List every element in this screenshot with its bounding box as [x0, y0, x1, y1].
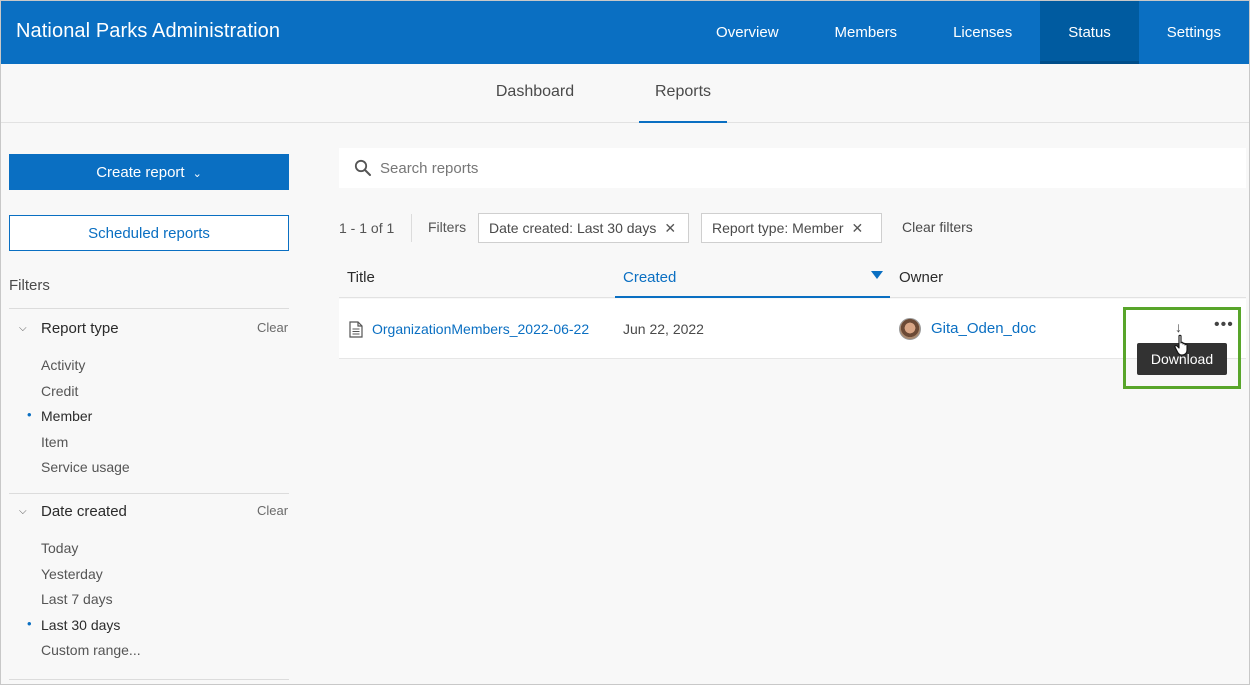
date-option-last-7-days[interactable]: Last 7 days: [41, 591, 113, 607]
clear-filters-button[interactable]: Clear filters: [902, 219, 973, 235]
date-option-yesterday[interactable]: Yesterday: [41, 566, 103, 582]
divider: [9, 679, 289, 680]
report-type-option-service-usage[interactable]: Service usage: [41, 459, 130, 475]
tab-reports[interactable]: Reports: [639, 64, 727, 123]
document-icon: [349, 321, 363, 338]
column-header-title[interactable]: Title: [347, 269, 375, 286]
divider: [9, 308, 289, 309]
column-header-created[interactable]: Created: [623, 269, 676, 286]
filters-label: Filters: [428, 219, 467, 235]
date-created-heading: Date created: [41, 503, 127, 520]
chevron-down-icon: ⌄: [192, 167, 202, 180]
filters-heading: Filters: [9, 277, 50, 294]
report-type-toggle[interactable]: ⌵ Report type: [19, 320, 119, 337]
scheduled-reports-button[interactable]: Scheduled reports: [9, 215, 289, 251]
table-header: Title Created Owner: [339, 258, 1246, 298]
nav-licenses[interactable]: Licenses: [925, 1, 1040, 64]
owner-link[interactable]: Gita_Oden_doc: [931, 320, 1036, 337]
column-header-owner[interactable]: Owner: [899, 269, 943, 286]
search-input[interactable]: [380, 159, 1200, 177]
report-type-clear[interactable]: Clear: [257, 320, 288, 335]
date-option-custom-range[interactable]: Custom range...: [41, 642, 141, 658]
report-type-option-item[interactable]: Item: [41, 434, 68, 450]
hand-cursor-icon: [1174, 334, 1188, 356]
date-option-today[interactable]: Today: [41, 540, 78, 556]
sort-indicator-underline: [615, 296, 890, 298]
download-icon[interactable]: ↓: [1175, 319, 1182, 335]
chevron-down-icon: ⌵: [19, 506, 27, 517]
top-header: National Parks Administration Overview M…: [1, 1, 1249, 64]
filter-chip-date-created[interactable]: Date created: Last 30 days ✕: [478, 213, 689, 243]
create-report-label: Create report: [96, 163, 185, 181]
nav-settings[interactable]: Settings: [1139, 1, 1249, 64]
close-icon[interactable]: ✕: [852, 220, 864, 237]
report-type-option-activity[interactable]: Activity: [41, 357, 85, 373]
chevron-down-icon: ⌵: [19, 323, 27, 334]
divider: [9, 493, 289, 494]
report-type-option-member[interactable]: Member: [27, 407, 92, 424]
sort-descending-icon[interactable]: [871, 271, 883, 279]
top-nav: Overview Members Licenses Status Setting…: [688, 1, 1249, 64]
filter-chip-report-type[interactable]: Report type: Member ✕: [701, 213, 882, 243]
close-icon[interactable]: ✕: [664, 220, 676, 237]
sub-nav: Dashboard Reports: [1, 64, 1249, 123]
nav-members[interactable]: Members: [807, 1, 926, 64]
divider: [411, 214, 412, 242]
report-title-link[interactable]: OrganizationMembers_2022-06-22: [372, 321, 589, 337]
chip-label: Report type: Member: [712, 220, 844, 236]
date-created-toggle[interactable]: ⌵ Date created: [19, 503, 127, 520]
nav-status[interactable]: Status: [1040, 1, 1139, 64]
report-created-date: Jun 22, 2022: [623, 321, 704, 337]
more-options-icon[interactable]: •••: [1214, 316, 1234, 334]
result-count: 1 - 1 of 1: [339, 220, 395, 236]
avatar: [899, 318, 921, 340]
create-report-button[interactable]: Create report ⌄: [9, 154, 289, 190]
tab-dashboard[interactable]: Dashboard: [479, 64, 591, 123]
chip-label: Date created: Last 30 days: [489, 220, 657, 236]
search-icon: [354, 159, 371, 176]
report-type-heading: Report type: [41, 320, 119, 337]
table-row: OrganizationMembers_2022-06-22 Jun 22, 2…: [339, 299, 1246, 359]
nav-overview[interactable]: Overview: [688, 1, 807, 64]
org-title: National Parks Administration: [16, 20, 281, 42]
date-created-clear[interactable]: Clear: [257, 503, 288, 518]
report-type-option-credit[interactable]: Credit: [41, 383, 78, 399]
date-option-last-30-days[interactable]: Last 30 days: [27, 616, 120, 633]
search-bar: [339, 148, 1246, 188]
